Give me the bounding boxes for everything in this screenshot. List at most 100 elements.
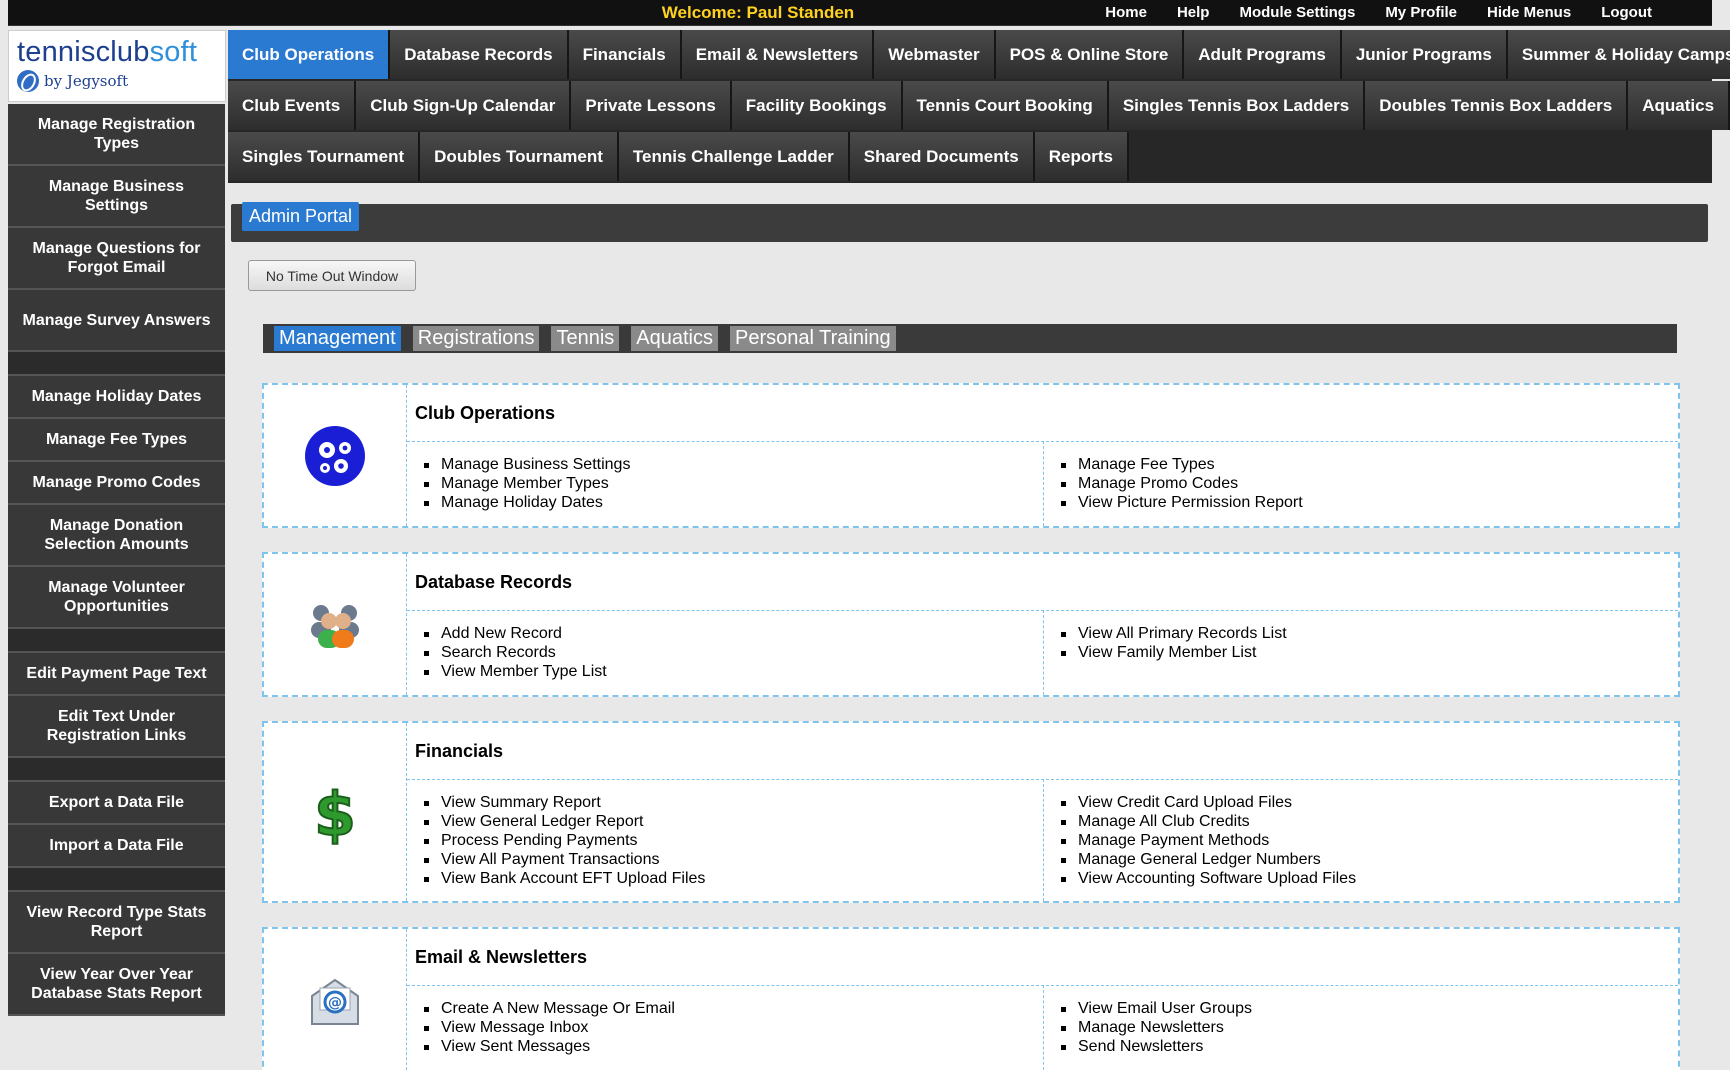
panel-links-right: View Credit Card Upload Files Manage All …	[1052, 793, 1356, 888]
sidebar-item-manage-promo-codes[interactable]: Manage Promo Codes	[8, 462, 225, 505]
panel-link-view-sent-messages[interactable]: View Sent Messages	[415, 1037, 675, 1056]
panel-database-records: Database Records Add New Record Search Rec…	[262, 552, 1680, 697]
section-tab-aquatics[interactable]: Aquatics	[631, 326, 718, 351]
panel-link-manage-payment-methods[interactable]: Manage Payment Methods	[1052, 831, 1356, 850]
section-tab-management[interactable]: Management	[274, 326, 401, 351]
top-link-hide-menus[interactable]: Hide Menus	[1487, 4, 1571, 21]
email-icon: @	[264, 929, 407, 1070]
panel-links-right: Manage Fee Types Manage Promo Codes View P…	[1052, 455, 1303, 512]
panel-link-view-credit-card-upload-files[interactable]: View Credit Card Upload Files	[1052, 793, 1356, 812]
panel-link-view-family-member-list[interactable]: View Family Member List	[1052, 643, 1287, 662]
panel-title: Club Operations	[415, 403, 556, 423]
top-link-my-profile[interactable]: My Profile	[1385, 4, 1457, 21]
nav-tab-singles-tennis-box-ladders[interactable]: Singles Tennis Box Ladders	[1108, 81, 1366, 130]
panel-link-manage-holiday-dates[interactable]: Manage Holiday Dates	[415, 493, 630, 512]
sidebar-item-manage-business-settings[interactable]: Manage Business Settings	[8, 166, 225, 228]
nav-tab-junior-programs[interactable]: Junior Programs	[1341, 30, 1508, 79]
nav-tab-email-and-newsletters[interactable]: Email & Newsletters	[681, 30, 875, 79]
panel-link-manage-promo-codes[interactable]: Manage Promo Codes	[1052, 474, 1303, 493]
panel-link-manage-fee-types[interactable]: Manage Fee Types	[1052, 455, 1303, 474]
panel-link-manage-member-types[interactable]: Manage Member Types	[415, 474, 630, 493]
dollar-icon: $	[264, 723, 407, 901]
panel-link-manage-general-ledger-numbers[interactable]: Manage General Ledger Numbers	[1052, 850, 1356, 869]
globe-icon	[17, 70, 39, 92]
top-bar: Welcome: Paul Standen Home Help Module Set…	[8, 0, 1712, 26]
sidebar-item-manage-holiday-dates[interactable]: Manage Holiday Dates	[8, 376, 225, 419]
panel-link-view-all-primary-records-list[interactable]: View All Primary Records List	[1052, 624, 1287, 643]
nav-tab-pos-and-online-store[interactable]: POS & Online Store	[995, 30, 1185, 79]
panel-link-view-summary-report[interactable]: View Summary Report	[415, 793, 705, 812]
panel-title: Financials	[415, 741, 504, 761]
admin-portal-tab[interactable]: Admin Portal	[242, 202, 360, 231]
sidebar-item-edit-text-under-registration-links[interactable]: Edit Text Under Registration Links	[8, 696, 225, 758]
sidebar-spacer	[8, 868, 225, 892]
section-tab-registrations[interactable]: Registrations	[412, 326, 540, 351]
logo-byline: by Jegysoft	[44, 72, 129, 90]
panel-links-left: Add New Record Search Records View Member …	[415, 624, 607, 681]
panel-link-add-new-record[interactable]: Add New Record	[415, 624, 607, 643]
sidebar-item-export-a-data-file[interactable]: Export a Data File	[8, 782, 225, 825]
top-link-logout[interactable]: Logout	[1601, 4, 1652, 21]
top-link-home[interactable]: Home	[1105, 4, 1147, 21]
sidebar-spacer	[8, 352, 225, 376]
nav-tab-club-events[interactable]: Club Events	[228, 81, 357, 130]
nav-tab-tennis-challenge-ladder[interactable]: Tennis Challenge Ladder	[618, 132, 850, 181]
panel-link-create-a-new-message-or-email[interactable]: Create A New Message Or Email	[415, 999, 675, 1018]
nav-tab-shared-documents[interactable]: Shared Documents	[849, 132, 1035, 181]
nav-tab-private-lessons[interactable]: Private Lessons	[571, 81, 732, 130]
sidebar-item-manage-donation-selection-amounts[interactable]: Manage Donation Selection Amounts	[8, 505, 225, 567]
panel-link-search-records[interactable]: Search Records	[415, 643, 607, 662]
nav-tab-facility-bookings[interactable]: Facility Bookings	[731, 81, 903, 130]
nav-tab-club-sign-up-calendar[interactable]: Club Sign-Up Calendar	[356, 81, 572, 130]
nav-tab-tennis-court-booking[interactable]: Tennis Court Booking	[902, 81, 1109, 130]
sidebar-item-manage-registration-types[interactable]: Manage Registration Types	[8, 104, 225, 166]
panel-link-view-message-inbox[interactable]: View Message Inbox	[415, 1018, 675, 1037]
panel-link-view-general-ledger-report[interactable]: View General Ledger Report	[415, 812, 705, 831]
sidebar-item-import-a-data-file[interactable]: Import a Data File	[8, 825, 225, 868]
logo-brand-a: tennisclub	[17, 36, 150, 68]
panel-column-divider	[1043, 985, 1044, 1070]
section-tab-personal-training[interactable]: Personal Training	[730, 326, 896, 351]
sidebar-item-view-record-type-stats-report[interactable]: View Record Type Stats Report	[8, 892, 225, 954]
sidebar-item-view-year-over-year-database-stats-report[interactable]: View Year Over Year Database Stats Repor…	[8, 954, 225, 1016]
nav-tab-financials[interactable]: Financials	[568, 30, 682, 79]
panel-link-view-bank-account-eft-upload-files[interactable]: View Bank Account EFT Upload Files	[415, 869, 705, 888]
panel-email-and-newsletters: @ Email & Newsletters Create A New Message…	[262, 927, 1680, 1070]
panel-link-view-accounting-software-upload-files[interactable]: View Accounting Software Upload Files	[1052, 869, 1356, 888]
sidebar-item-manage-volunteer-opportunities[interactable]: Manage Volunteer Opportunities	[8, 567, 225, 629]
panel-links-right: View All Primary Records List View Family…	[1052, 624, 1287, 662]
panel-link-view-email-user-groups[interactable]: View Email User Groups	[1052, 999, 1252, 1018]
nav-tab-singles-tournament[interactable]: Singles Tournament	[228, 132, 421, 181]
no-timeout-button[interactable]: No Time Out Window	[248, 260, 416, 291]
logo[interactable]: tennisclubsoft by Jegysoft	[8, 30, 226, 102]
panel-link-send-newsletters[interactable]: Send Newsletters	[1052, 1037, 1252, 1056]
panel-link-manage-business-settings[interactable]: Manage Business Settings	[415, 455, 630, 474]
nav-tab-reports[interactable]: Reports	[1034, 132, 1129, 181]
panel-links-right: View Email User Groups Manage Newsletters…	[1052, 999, 1252, 1056]
nav-tab-database-records[interactable]: Database Records	[390, 30, 569, 79]
nav-tab-aquatics[interactable]: Aquatics	[1628, 81, 1730, 130]
sidebar-item-manage-fee-types[interactable]: Manage Fee Types	[8, 419, 225, 462]
sidebar-item-manage-survey-answers[interactable]: Manage Survey Answers	[8, 290, 225, 352]
panel-link-process-pending-payments[interactable]: Process Pending Payments	[415, 831, 705, 850]
panel-link-view-all-payment-transactions[interactable]: View All Payment Transactions	[415, 850, 705, 869]
panel-link-view-member-type-list[interactable]: View Member Type List	[415, 662, 607, 681]
panel-link-manage-newsletters[interactable]: Manage Newsletters	[1052, 1018, 1252, 1037]
nav-tab-doubles-tournament[interactable]: Doubles Tournament	[420, 132, 619, 181]
sidebar-item-edit-payment-page-text[interactable]: Edit Payment Page Text	[8, 653, 225, 696]
panel-link-view-picture-permission-report[interactable]: View Picture Permission Report	[1052, 493, 1303, 512]
nav-tab-club-operations[interactable]: Club Operations	[228, 30, 391, 79]
top-link-module-settings[interactable]: Module Settings	[1239, 4, 1355, 21]
sidebar-item-manage-questions-for-forgot-email[interactable]: Manage Questions for Forgot Email	[8, 228, 225, 290]
panel-link-manage-all-club-credits[interactable]: Manage All Club Credits	[1052, 812, 1356, 831]
nav-tab-summer-and-holiday-camps[interactable]: Summer & Holiday Camps	[1507, 30, 1730, 79]
nav-tab-webmaster[interactable]: Webmaster	[874, 30, 996, 79]
panel-column-divider	[1043, 610, 1044, 695]
top-link-help[interactable]: Help	[1177, 4, 1210, 21]
section-tab-tennis[interactable]: Tennis	[551, 326, 620, 351]
section-tabs: Management Registrations Tennis Aquatics Per…	[274, 326, 896, 351]
panel-title: Database Records	[415, 572, 573, 592]
nav-tab-adult-programs[interactable]: Adult Programs	[1184, 30, 1342, 79]
svg-text:$: $	[314, 780, 356, 845]
nav-tab-doubles-tennis-box-ladders[interactable]: Doubles Tennis Box Ladders	[1365, 81, 1629, 130]
